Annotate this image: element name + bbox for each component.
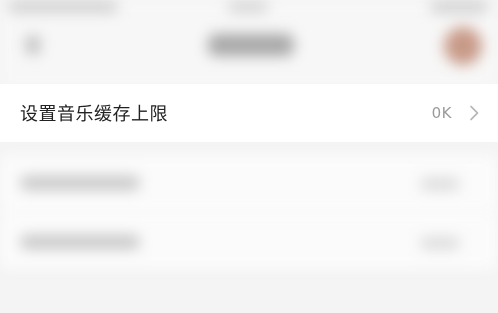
blurred-status-right (430, 2, 488, 12)
blurred-list-item-label (20, 176, 140, 190)
blurred-list-item-value (420, 178, 460, 190)
music-cache-limit-row[interactable]: 设置音乐缓存上限 0K (0, 84, 498, 142)
chevron-right-icon[interactable] (466, 105, 482, 121)
music-cache-limit-label: 设置音乐缓存上限 (20, 104, 168, 125)
blurred-background (0, 0, 498, 313)
music-cache-limit-value: 0K (431, 104, 452, 122)
blurred-status-time (228, 2, 268, 12)
blurred-avatar (444, 27, 482, 65)
blurred-page-title (208, 34, 294, 56)
settings-screen: 设置音乐缓存上限 0K (0, 0, 498, 313)
blurred-status-left (8, 2, 118, 12)
blurred-back-icon (26, 36, 40, 54)
blurred-list-item-value (420, 237, 460, 249)
blurred-list-item-label (20, 235, 140, 249)
